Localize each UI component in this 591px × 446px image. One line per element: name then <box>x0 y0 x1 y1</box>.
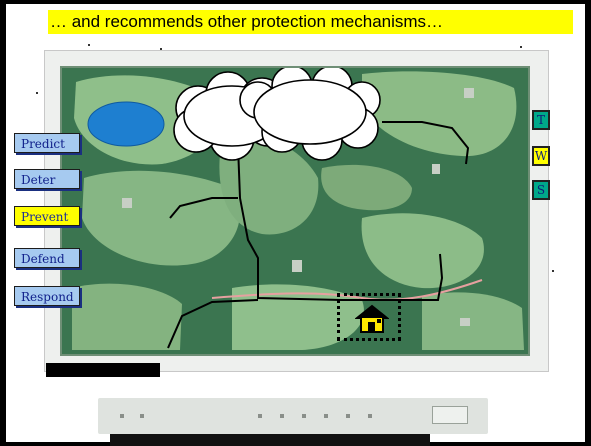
prevent-label: Prevent <box>21 210 69 224</box>
respond-button[interactable]: Respond <box>14 286 80 306</box>
map-building <box>464 88 474 98</box>
base-indicator <box>120 414 124 418</box>
s-label: S <box>536 183 546 197</box>
base-indicator <box>368 414 372 418</box>
map-building <box>460 318 470 326</box>
presentation-slide: … and recommends other protection mechan… <box>0 0 591 446</box>
power-button[interactable] <box>432 406 468 424</box>
speck <box>36 92 38 94</box>
map-building <box>122 198 132 208</box>
w-button[interactable]: W <box>532 146 550 166</box>
t-button[interactable]: T <box>532 110 550 130</box>
speck <box>552 270 554 272</box>
title-banner: … and recommends other protection mechan… <box>48 10 573 34</box>
base-indicator <box>258 414 262 418</box>
w-label: W <box>534 149 548 163</box>
s-button[interactable]: S <box>532 180 550 200</box>
t-label: T <box>536 113 545 127</box>
terrain-map[interactable] <box>60 66 530 356</box>
defend-button[interactable]: Defend <box>14 248 80 268</box>
predict-button[interactable]: Predict <box>14 133 80 153</box>
redaction-bar <box>46 363 160 377</box>
monitor-stand <box>110 434 430 446</box>
base-indicator <box>346 414 350 418</box>
respond-label: Respond <box>21 290 74 304</box>
deter-label: Deter <box>21 173 56 187</box>
land-patch-southeast <box>422 292 524 350</box>
speck <box>520 46 522 48</box>
lake-icon <box>87 101 165 147</box>
map-building <box>432 164 440 174</box>
house-icon <box>355 304 389 333</box>
title-text: … and recommends other protection mechan… <box>50 12 444 31</box>
prevent-button[interactable]: Prevent <box>14 206 80 226</box>
speck <box>160 48 162 50</box>
base-indicator <box>280 414 284 418</box>
monitor-base <box>98 398 488 434</box>
predict-label: Predict <box>21 137 65 151</box>
base-indicator <box>302 414 306 418</box>
deter-button[interactable]: Deter <box>14 169 80 189</box>
map-graphic <box>62 68 528 354</box>
base-indicator <box>324 414 328 418</box>
map-building <box>292 260 302 272</box>
base-indicator <box>140 414 144 418</box>
defend-label: Defend <box>21 252 65 266</box>
house-selection[interactable] <box>337 293 401 341</box>
speck <box>88 44 90 46</box>
